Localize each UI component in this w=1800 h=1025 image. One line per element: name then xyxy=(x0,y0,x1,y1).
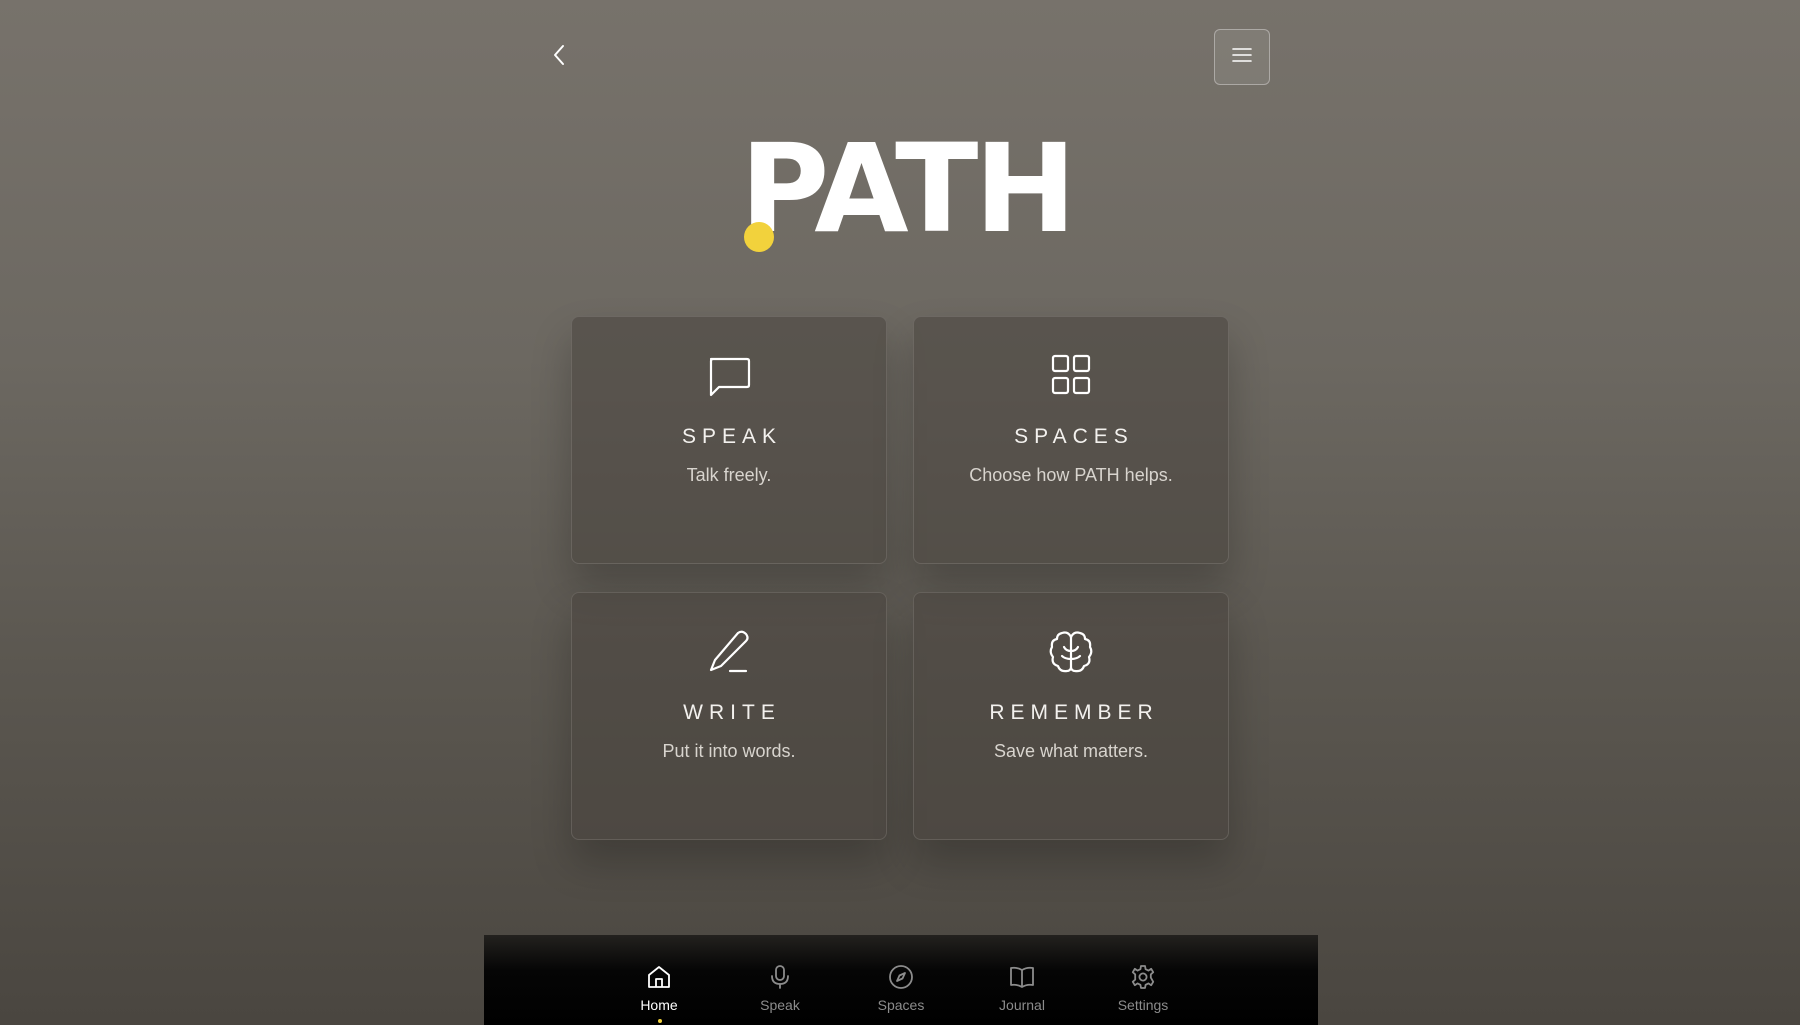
card-title: SPEAK xyxy=(681,425,783,448)
compass-icon xyxy=(888,963,914,991)
card-title: WRITE xyxy=(683,701,781,724)
card-title: REMEMBER xyxy=(989,701,1159,724)
book-icon xyxy=(1008,963,1036,991)
nav-item-settings[interactable]: Settings xyxy=(1083,935,1204,1025)
chat-bubble-icon xyxy=(572,351,886,401)
card-description: Put it into words. xyxy=(662,741,796,761)
nav-label: Spaces xyxy=(877,997,925,1013)
active-indicator xyxy=(657,1019,662,1023)
spaces-card[interactable]: SPACES Choose how PATH helps. xyxy=(913,316,1229,564)
remember-card[interactable]: REMEMBER Save what matters. xyxy=(913,592,1229,840)
grid-icon xyxy=(914,351,1228,401)
nav-item-journal[interactable]: Journal xyxy=(962,935,1083,1025)
write-card[interactable]: WRITE Put it into words. xyxy=(571,592,887,840)
card-title: SPACES xyxy=(1014,425,1134,448)
speak-card[interactable]: SPEAK Talk freely. xyxy=(571,316,887,564)
nav-label: Settings xyxy=(1117,997,1169,1013)
nav-item-spaces[interactable]: Spaces xyxy=(841,935,962,1025)
brain-icon xyxy=(914,627,1228,677)
card-description: Talk freely. xyxy=(686,465,772,485)
nav-item-speak[interactable]: Speak xyxy=(720,935,841,1025)
chevron-left-icon xyxy=(552,44,566,71)
bottom-nav: Home Speak Spaces Journal Settings xyxy=(484,935,1318,1025)
pen-icon xyxy=(572,627,886,677)
nav-item-home[interactable]: Home xyxy=(599,935,720,1025)
nav-label: Speak xyxy=(760,997,800,1013)
card-description: Save what matters. xyxy=(993,741,1149,761)
hamburger-menu-icon xyxy=(1231,46,1253,69)
nav-label: Home xyxy=(640,997,678,1013)
home-icon xyxy=(646,963,672,991)
microphone-icon xyxy=(767,963,793,991)
card-description: Choose how PATH helps. xyxy=(969,465,1173,485)
logo-dot xyxy=(744,222,774,252)
nav-label: Journal xyxy=(999,997,1045,1013)
gear-icon xyxy=(1130,963,1156,991)
logo-text: PATH xyxy=(740,118,1076,260)
back-button[interactable] xyxy=(545,41,573,73)
menu-button[interactable] xyxy=(1214,29,1270,85)
path-logo: PATH xyxy=(740,118,1076,260)
